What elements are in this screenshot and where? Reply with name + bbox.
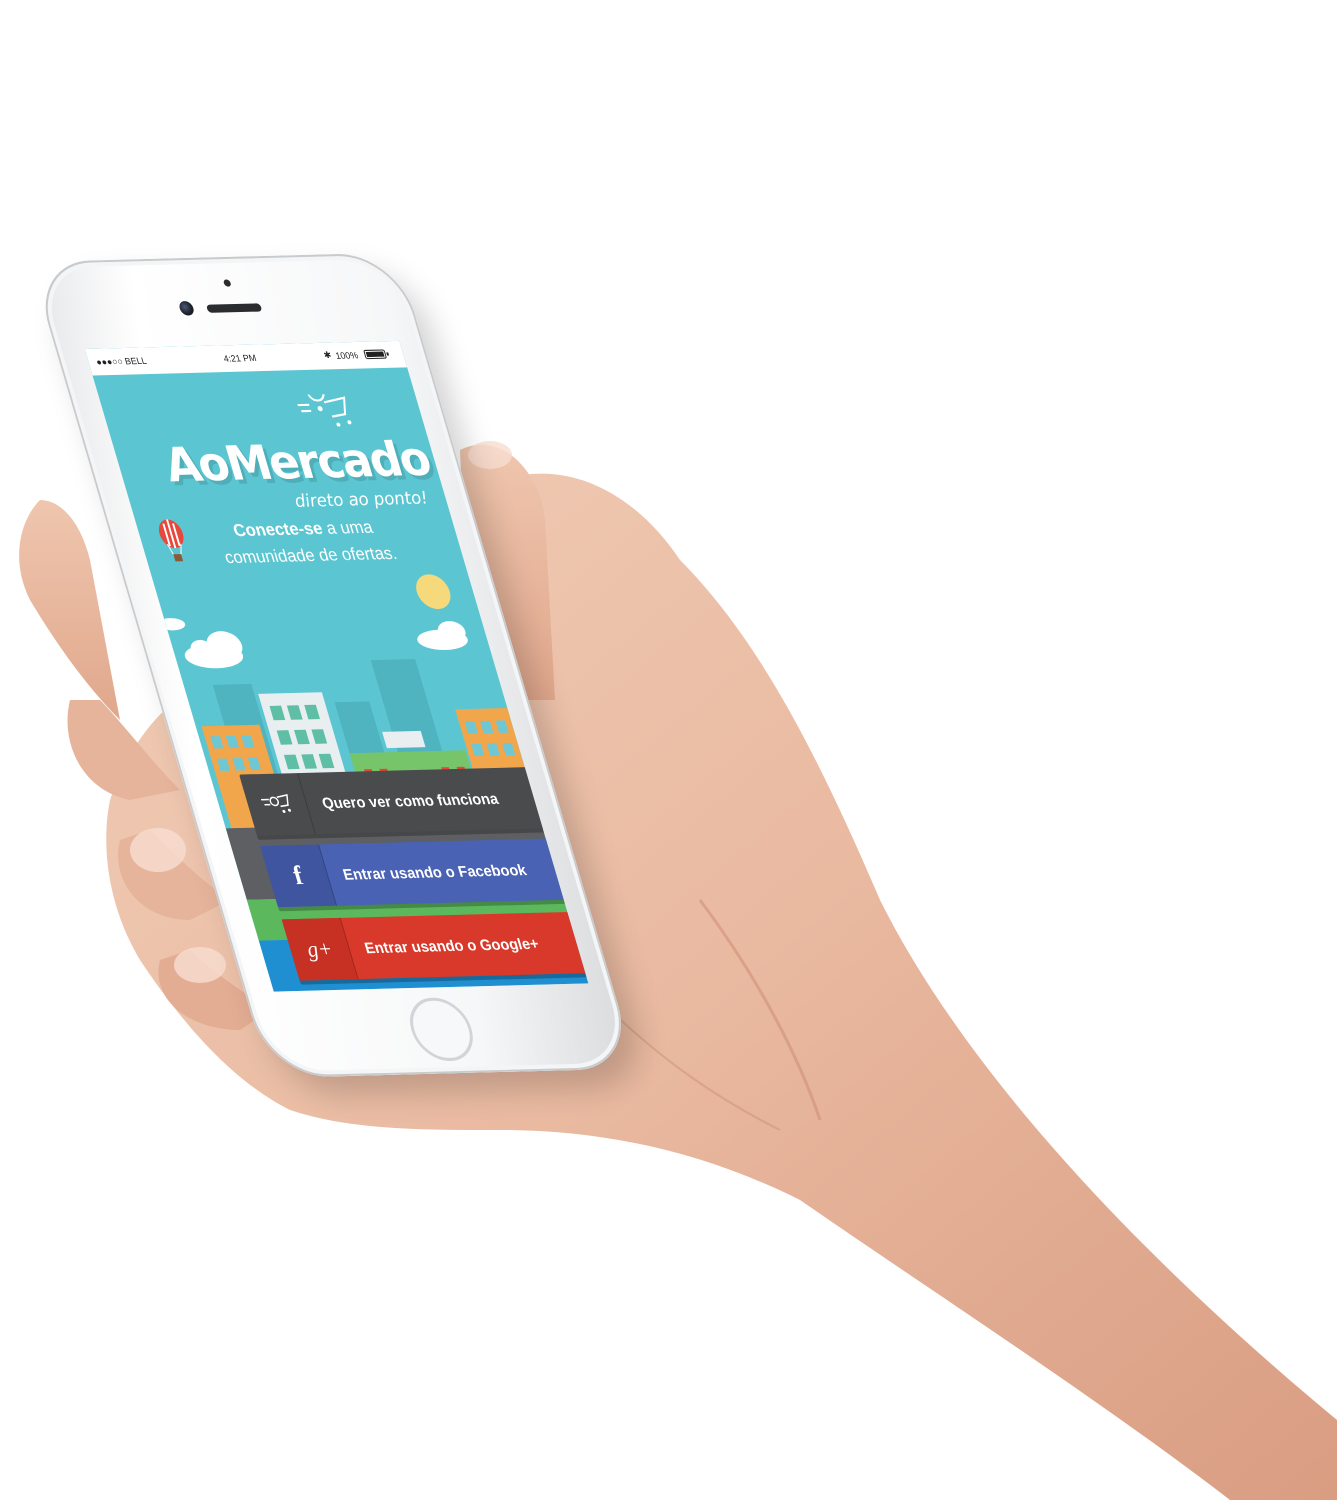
front-camera-icon (177, 300, 196, 316)
facebook-login-label: Entrar usando o Facebook (340, 861, 529, 884)
headline-line2: comunidade de ofertas. (222, 543, 400, 568)
battery-percent: 100% (334, 350, 360, 361)
headline: Conecte-se a uma comunidade de ofertas. (164, 513, 450, 573)
headline-bold: Conecte-se (230, 518, 325, 541)
home-button[interactable] (402, 996, 481, 1062)
facebook-login-button[interactable]: f Entrar usando o Facebook (260, 838, 568, 908)
phone-mockup: ●●●○○ BELL 4:21 PM ✱ 100% AoMercado dire… (0, 0, 1337, 1500)
logo-tagline: direto ao ponto! (292, 488, 431, 512)
google-login-label: Entrar usando o Google+ (362, 934, 541, 957)
logo-area: AoMercado direto ao ponto! (97, 382, 445, 512)
status-carrier: ●●●○○ BELL (94, 355, 148, 368)
battery-icon (363, 349, 388, 360)
how-it-works-button[interactable]: Quero ver como funciona (239, 767, 547, 836)
status-time: 4:21 PM (222, 352, 258, 364)
google-login-button[interactable]: g+ Entrar usando o Google+ (281, 911, 589, 981)
headline-rest: a uma (319, 517, 376, 539)
earpiece (205, 303, 263, 313)
battery-tip (386, 352, 390, 356)
logo-cart-pin-icon (297, 393, 352, 427)
phone-body: ●●●○○ BELL 4:21 PM ✱ 100% AoMercado dire… (30, 252, 637, 1078)
app-screen: ●●●○○ BELL 4:21 PM ✱ 100% AoMercado dire… (84, 340, 589, 992)
how-it-works-label: Quero ver como funciona (319, 790, 501, 812)
status-bar: ●●●○○ BELL 4:21 PM ✱ 100% (84, 340, 408, 376)
stage: ●●●○○ BELL 4:21 PM ✱ 100% AoMercado dire… (0, 0, 1337, 1500)
bluetooth-icon: ✱ (322, 349, 333, 361)
logo-wordmark: AoMercado (157, 430, 436, 493)
proximity-sensor (222, 279, 232, 287)
